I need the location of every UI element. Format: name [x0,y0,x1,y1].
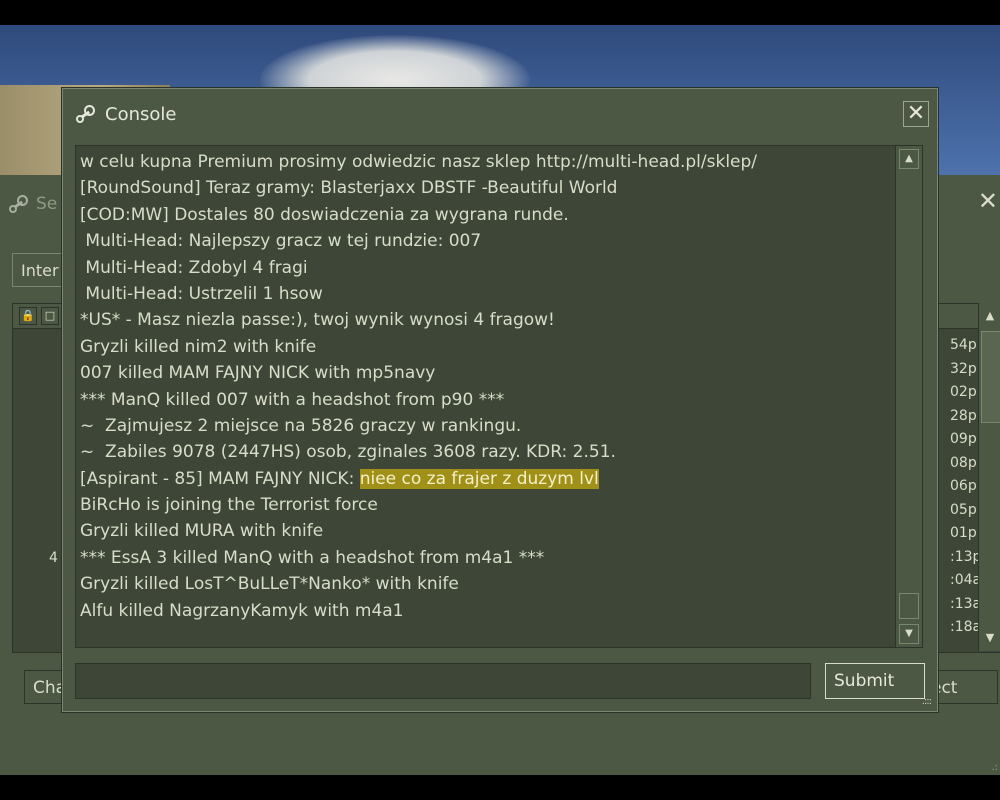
console-line: Gryzli killed LosT^BuLLeT*Nanko* with kn… [80,571,895,597]
console-line: [Aspirant - 85] MAM FAJNY NICK: niee co … [80,466,895,492]
scroll-down-icon[interactable]: ▼ [981,629,999,647]
console-line: Gryzli killed nim2 with knife [80,334,895,360]
console-line: [RoundSound] Teraz gramy: Blasterjaxx DB… [80,175,895,201]
console-line-text: 007 killed MAM FAJNY NICK with mp5navy [80,363,436,384]
console-line-text: Multi-Head: Zdobyl 4 fragi [80,257,308,278]
server-row-number: 4 [49,550,58,566]
console-line: 007 killed MAM FAJNY NICK with mp5navy [80,360,895,386]
console-line: *** ManQ killed 007 with a headshot from… [80,387,895,413]
server-browser-close-icon[interactable]: ✕ [978,187,998,215]
console-line: *** EssA 3 killed ManQ with a headshot f… [80,545,895,571]
server-browser-title-text: Se [36,194,58,214]
console-line-text: [RoundSound] Teraz gramy: Blasterjaxx DB… [80,178,618,199]
console-log[interactable]: w celu kupna Premium prosimy odwiedzic n… [75,145,923,648]
console-line-text: ~ Zabiles 9078 (2447HS) osob, zginales 3… [80,442,616,463]
server-list-scrollbar[interactable]: ▲ ▼ [978,303,1000,651]
console-line-text: *US* - Masz niezla passe:), twoj wynik w… [80,310,555,331]
console-line: w celu kupna Premium prosimy odwiedzic n… [80,149,895,175]
close-icon[interactable]: ✕ [903,101,929,127]
console-line-text: ~ Zajmujesz 2 miejsce na 5826 graczy w r… [80,415,522,436]
console-line-text: Multi-Head: Najlepszy gracz w tej rundzi… [80,231,482,252]
console-line-text: Gryzli killed nim2 with knife [80,336,317,357]
console-line-text: w celu kupna Premium prosimy odwiedzic n… [80,152,758,172]
scroll-thumb[interactable] [899,593,919,619]
console-line: Multi-Head: Ustrzelil 1 hsow [80,281,895,307]
console-line: [COD:MW] Dostales 80 doswiadczenia za wy… [80,202,895,228]
console-line-text: Gryzli killed MURA with knife [80,521,324,542]
console-line-text: *** EssA 3 killed ManQ with a headshot f… [80,547,545,568]
console-scrollbar[interactable]: ▲ ▼ [895,146,922,647]
console-line-text: *** ManQ killed 007 with a headshot from… [80,389,505,410]
console-line-text: [Aspirant - 85] MAM FAJNY NICK: [80,468,360,489]
scroll-thumb[interactable] [981,331,1000,423]
console-line: BiRcHo is joining the Terrorist force [80,492,895,518]
console-line-text: BiRcHo is joining the Terrorist force [80,495,378,516]
highlighted-text: niee co za frajer z duzym lvl [359,468,599,489]
scroll-down-icon[interactable]: ▼ [899,624,919,644]
resize-grip-icon[interactable]: .::: [922,696,932,707]
console-command-input[interactable] [75,663,811,699]
letterbox-top [0,0,1000,25]
console-line-text: Multi-Head: Ustrzelil 1 hsow [80,283,323,304]
vac-icon[interactable]: □ [41,307,59,325]
console-title-bar: Console [75,103,176,125]
console-line-text: Gryzli killed LosT^BuLLeT*Nanko* with kn… [80,574,459,595]
console-log-lines: w celu kupna Premium prosimy odwiedzic n… [80,149,895,644]
scroll-up-icon[interactable]: ▲ [899,149,919,169]
steam-icon [75,103,97,125]
lock-icon[interactable]: 🔒 [19,307,37,325]
console-line: ~ Zabiles 9078 (2447HS) osob, zginales 3… [80,439,895,465]
console-line-text: Alfu killed NagrzanyKamyk with m4a1 [80,600,404,621]
letterbox-bottom [0,775,1000,800]
resize-grip-icon[interactable]: .: [991,762,998,773]
submit-button[interactable]: Submit [825,663,925,699]
scroll-up-icon[interactable]: ▲ [981,307,999,325]
console-line: *US* - Masz niezla passe:), twoj wynik w… [80,307,895,333]
steam-icon [8,193,30,215]
console-line-text: [COD:MW] Dostales 80 doswiadczenia za wy… [80,204,569,225]
console-line: Multi-Head: Zdobyl 4 fragi [80,255,895,281]
console-title: Console [105,103,177,125]
console-window: Console ✕ w celu kupna Premium prosimy o… [62,88,938,712]
console-line: ~ Zajmujesz 2 miejsce na 5826 graczy w r… [80,413,895,439]
console-line: Alfu killed NagrzanyKamyk with m4a1 [80,598,895,624]
console-line: Gryzli killed MURA with knife [80,518,895,544]
server-browser-title: Se [8,193,57,215]
console-line: Multi-Head: Najlepszy gracz w tej rundzi… [80,228,895,254]
